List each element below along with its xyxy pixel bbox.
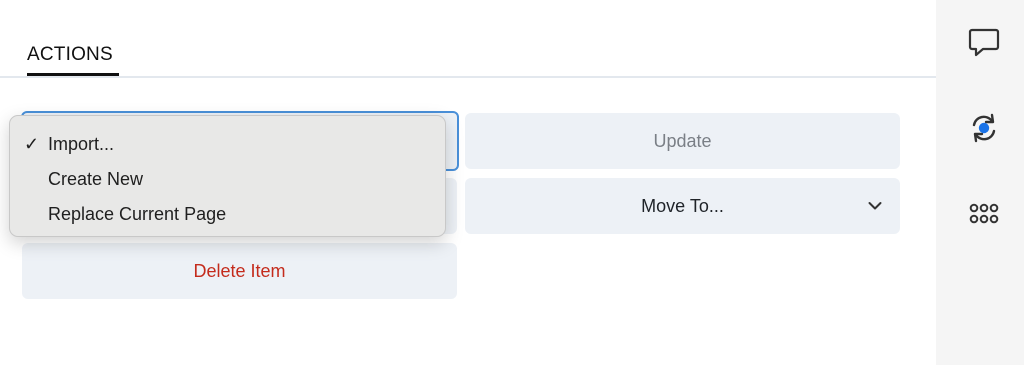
apps-grid-icon[interactable] bbox=[966, 196, 1002, 232]
menu-item-label: Replace Current Page bbox=[48, 204, 227, 224]
comment-icon[interactable] bbox=[966, 24, 1002, 60]
checkmark-icon: ✓ bbox=[24, 134, 40, 154]
tab-bar: ACTIONS bbox=[0, 0, 936, 78]
update-button[interactable]: Update bbox=[465, 113, 900, 169]
tab-actions[interactable]: ACTIONS bbox=[27, 44, 119, 76]
sync-icon[interactable] bbox=[966, 110, 1002, 146]
actions-panel: ACTIONS Update Move To... Delete Item ✓ … bbox=[0, 0, 936, 365]
menu-item-replace-current-page[interactable]: Replace Current Page bbox=[10, 198, 445, 233]
dropdown-menu: ✓ Import... Create New Replace Current P… bbox=[9, 115, 446, 237]
delete-item-button[interactable]: Delete Item bbox=[22, 243, 457, 299]
chevron-down-icon bbox=[868, 202, 882, 210]
move-to-select[interactable]: Move To... bbox=[465, 178, 900, 234]
menu-item-create-new[interactable]: Create New bbox=[10, 163, 445, 198]
move-to-label: Move To... bbox=[641, 195, 724, 216]
update-button-label: Update bbox=[653, 130, 712, 151]
menu-item-label: Import... bbox=[48, 134, 115, 154]
menu-item-label: Create New bbox=[48, 169, 144, 189]
menu-item-import[interactable]: ✓ Import... bbox=[10, 128, 445, 163]
delete-item-label: Delete Item bbox=[193, 260, 286, 281]
